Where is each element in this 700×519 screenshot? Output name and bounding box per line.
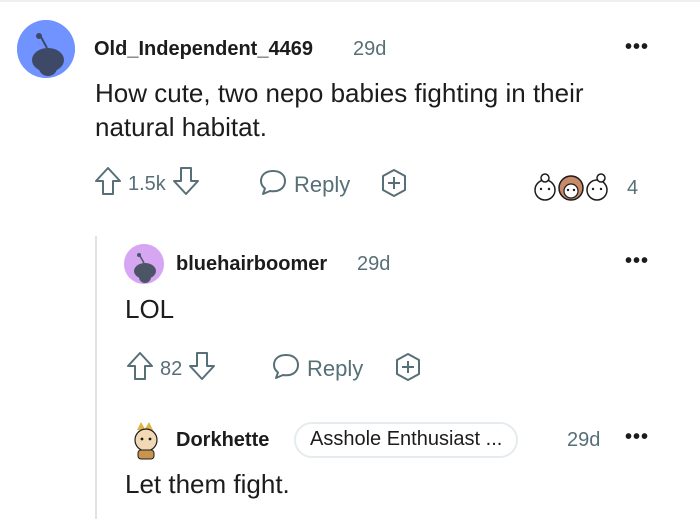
comment-body: Let them fight. bbox=[125, 469, 290, 499]
comment-age[interactable]: 29d bbox=[357, 253, 390, 276]
more-options-button[interactable]: ••• bbox=[625, 427, 649, 447]
vote-controls: 1.5k bbox=[94, 166, 200, 202]
comment-thread: Old_Independent_4469 29d ••• How cute, t… bbox=[0, 0, 700, 519]
comment-author[interactable]: Dorkhette bbox=[176, 429, 269, 452]
upvote-icon[interactable] bbox=[94, 166, 122, 202]
reply-button[interactable]: Reply bbox=[271, 352, 363, 386]
comment-body-line: natural habitat. bbox=[95, 112, 268, 142]
more-options-button[interactable]: ••• bbox=[625, 37, 649, 57]
comment-body: How cute, two nepo babies fighting in th… bbox=[95, 76, 584, 144]
snoo-avatar-icon bbox=[17, 20, 75, 78]
more-options-button[interactable]: ••• bbox=[625, 251, 649, 271]
comment-age[interactable]: 29d bbox=[567, 429, 600, 452]
user-avatar[interactable] bbox=[127, 420, 165, 460]
comment-age[interactable]: 29d bbox=[353, 38, 386, 61]
vote-count: 82 bbox=[160, 357, 183, 380]
vote-count: 1.5k bbox=[128, 172, 166, 195]
user-avatar[interactable] bbox=[124, 244, 164, 284]
comment-body: LOL bbox=[125, 294, 175, 324]
award-plus-icon bbox=[392, 352, 424, 388]
award-faces-icon bbox=[531, 170, 623, 207]
comment-author[interactable]: Old_Independent_4469 bbox=[94, 38, 313, 61]
comment-body-line: How cute, two nepo babies fighting in th… bbox=[95, 78, 584, 108]
upvote-icon[interactable] bbox=[126, 351, 154, 387]
thread-line[interactable] bbox=[95, 236, 97, 519]
custom-avatar-icon bbox=[134, 422, 158, 460]
reply-label: Reply bbox=[307, 356, 364, 381]
award-button[interactable] bbox=[392, 352, 424, 388]
award-plus-icon bbox=[378, 168, 410, 204]
vote-controls: 82 bbox=[126, 351, 216, 387]
reply-button[interactable]: Reply bbox=[258, 168, 350, 202]
user-flair: Asshole Enthusiast ... bbox=[294, 422, 519, 458]
comment-bubble-icon bbox=[258, 168, 288, 202]
downvote-icon[interactable] bbox=[188, 351, 216, 387]
awards-count: 4 bbox=[627, 177, 639, 199]
downvote-icon[interactable] bbox=[172, 166, 200, 202]
reply-label: Reply bbox=[294, 172, 351, 197]
award-button[interactable] bbox=[378, 168, 410, 204]
awards-row[interactable]: 4 bbox=[531, 170, 638, 207]
comment-bubble-icon bbox=[271, 352, 301, 386]
snoo-avatar-icon bbox=[124, 244, 164, 284]
top-divider bbox=[0, 0, 700, 2]
user-avatar[interactable] bbox=[17, 20, 75, 78]
comment-author[interactable]: bluehairboomer bbox=[176, 253, 327, 276]
